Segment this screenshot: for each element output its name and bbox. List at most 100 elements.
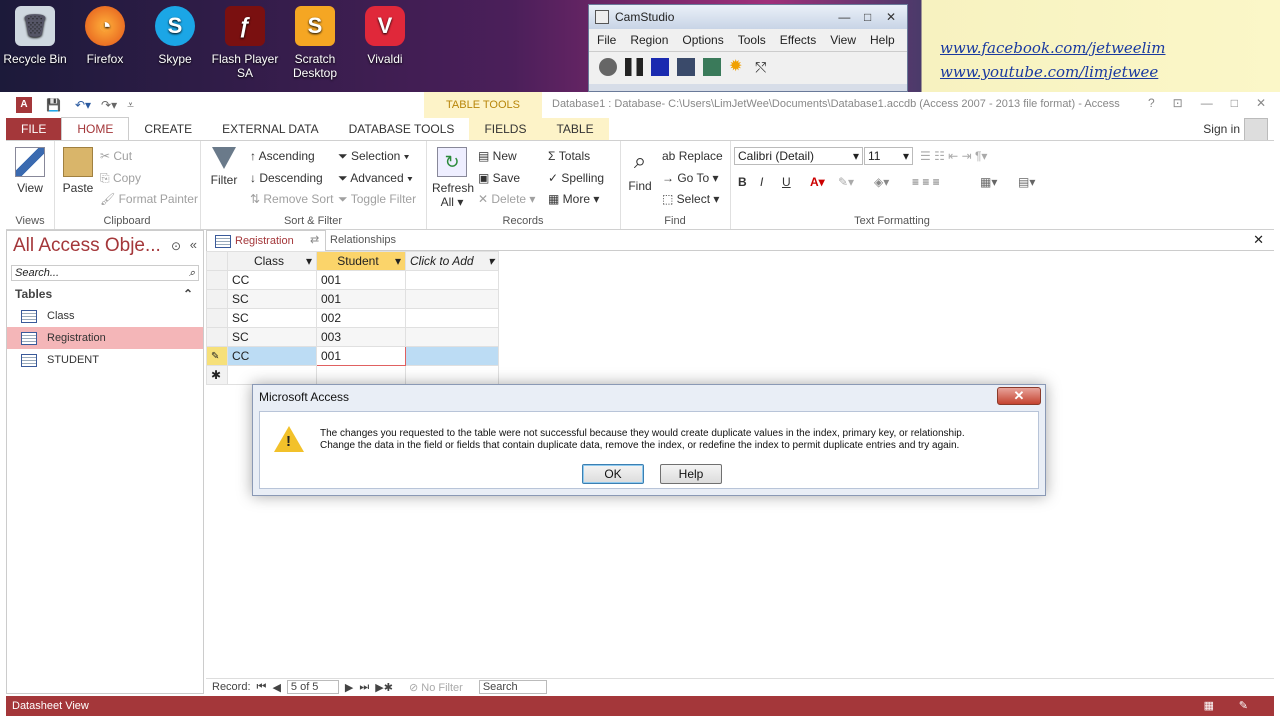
first-record-icon[interactable]: ⏮	[257, 681, 267, 694]
pencil-icon[interactable]: ✎	[206, 346, 228, 366]
redo-icon[interactable]: ↷▾	[101, 98, 117, 112]
menu-region[interactable]: Region	[630, 33, 668, 47]
cell-class[interactable]: CC	[227, 270, 317, 290]
tab-home[interactable]: HOME	[61, 117, 130, 140]
no-filter-indicator[interactable]: ⊘ No Filter	[409, 681, 463, 694]
tab-create[interactable]: CREATE	[129, 118, 207, 140]
cell-new[interactable]	[316, 365, 406, 385]
underline-icon[interactable]: U	[782, 175, 791, 189]
cut-button[interactable]: ✂ Cut	[100, 149, 132, 163]
font-name-select[interactable]: Calibri (Detail) ▾	[734, 147, 863, 165]
bold-icon[interactable]: B	[738, 175, 747, 189]
cell-empty[interactable]	[405, 327, 499, 347]
restore-icon[interactable]: □	[1231, 96, 1238, 110]
goto-button[interactable]: → Go To ▾	[662, 171, 719, 185]
previous-record-icon[interactable]: ◀	[272, 681, 280, 694]
list-buttons[interactable]: ☰ ☷ ⇤ ⇥ ¶▾	[920, 149, 987, 163]
close-icon[interactable]: ✕	[1256, 96, 1266, 110]
minimize-icon[interactable]: —	[1201, 96, 1213, 110]
row-selector[interactable]	[206, 270, 228, 290]
row-selector[interactable]	[206, 308, 228, 328]
youtube-link[interactable]: www.youtube.com/limjetwee	[940, 60, 1165, 84]
cell-student[interactable]: 001	[316, 289, 406, 309]
italic-icon[interactable]: I	[760, 175, 763, 189]
tab-fields[interactable]: FIELDS	[469, 118, 542, 140]
table-row-editing[interactable]: ✎ CC 001	[206, 346, 499, 366]
more-button[interactable]: ▦ More ▾	[548, 192, 599, 206]
customize-qat-icon[interactable]: ⩡	[127, 98, 134, 113]
new-record-button[interactable]: ▤ New	[478, 149, 517, 163]
table-row[interactable]: CC 001	[206, 270, 499, 290]
format-painter-button[interactable]: 🖌 Format Painter	[100, 192, 198, 206]
undo-icon[interactable]: ↶▾	[75, 98, 91, 112]
effects-icon[interactable]: ✹	[729, 58, 747, 76]
copy-button[interactable]: ⎘ Copy	[100, 171, 141, 186]
align-icons[interactable]: ≡ ≡ ≡	[912, 175, 940, 189]
new-record-asterisk-icon[interactable]: ✱	[206, 365, 228, 385]
stop-icon[interactable]	[651, 58, 669, 76]
annotate-icon[interactable]	[677, 58, 695, 76]
cell-empty[interactable]	[405, 346, 499, 366]
cell-class[interactable]: SC	[227, 327, 317, 347]
tab-relationships[interactable]: ⇄ Relationships	[302, 230, 426, 250]
fill-color-icon[interactable]: ◈▾	[874, 175, 889, 189]
column-header-class[interactable]: Class ▾	[227, 251, 317, 271]
avatar[interactable]	[1244, 118, 1268, 142]
design-view-icon[interactable]: ✎	[1239, 696, 1248, 716]
paste-button[interactable]: Paste	[62, 147, 94, 195]
advanced-button[interactable]: ⏷ Advanced ▾	[338, 171, 413, 186]
new-blank-record-icon[interactable]: ▶✱	[375, 681, 393, 694]
cell-student[interactable]: 002	[316, 308, 406, 328]
column-header-student[interactable]: Student ▾	[316, 251, 406, 271]
row-selector[interactable]	[206, 289, 228, 309]
tables-section-header[interactable]: Tables ⌃	[7, 283, 203, 305]
maximize-icon[interactable]: □	[858, 10, 878, 24]
tab-table[interactable]: TABLE	[541, 118, 609, 140]
column-header-click-to-add[interactable]: Click to Add ▾	[405, 251, 499, 271]
nav-menu-icon[interactable]: ⊙	[171, 239, 181, 253]
nav-item-class[interactable]: Class	[7, 305, 203, 327]
desktop-icon-recycle-bin[interactable]: 🗑 Recycle Bin	[0, 6, 70, 66]
facebook-link[interactable]: www.facebook.com/jetweelim	[940, 36, 1165, 60]
minimize-icon[interactable]: —	[834, 10, 854, 24]
nav-item-student[interactable]: STUDENT	[7, 349, 203, 371]
tab-file[interactable]: FILE	[6, 118, 62, 140]
refresh-all-button[interactable]: ↻ Refresh All ▾	[432, 147, 474, 209]
help-button[interactable]: Help	[660, 464, 722, 484]
chevron-down-icon[interactable]: ▾	[306, 254, 312, 268]
ribbon-display-icon[interactable]: ⊡	[1173, 96, 1183, 110]
autopan-icon[interactable]: ⤲	[755, 58, 773, 76]
table-row[interactable]: SC 002	[206, 308, 499, 328]
record-search-input[interactable]: Search	[478, 680, 547, 694]
select-button[interactable]: ⬚ Select ▾	[662, 192, 719, 206]
menu-effects[interactable]: Effects	[780, 33, 816, 47]
close-icon[interactable]: ✕	[997, 387, 1041, 405]
font-size-select[interactable]: 11 ▾	[864, 147, 913, 165]
desktop-icon-vivaldi[interactable]: V Vivaldi	[350, 6, 420, 66]
tab-database-tools[interactable]: DATABASE TOOLS	[334, 118, 470, 140]
desktop-icon-firefox[interactable]: ◔ Firefox	[70, 6, 140, 66]
table-row[interactable]: SC 003	[206, 327, 499, 347]
cell-student-active[interactable]: 001	[316, 346, 406, 366]
menu-file[interactable]: File	[597, 33, 616, 47]
cell-new[interactable]	[405, 365, 499, 385]
cell-student[interactable]: 001	[316, 270, 406, 290]
select-all-corner[interactable]	[206, 251, 228, 271]
cell-empty[interactable]	[405, 308, 499, 328]
cell-empty[interactable]	[405, 270, 499, 290]
table-row[interactable]: SC 001	[206, 289, 499, 309]
cell-class[interactable]: CC	[227, 346, 317, 366]
next-record-icon[interactable]: ▶	[345, 681, 353, 694]
menu-view[interactable]: View	[830, 33, 856, 47]
menu-options[interactable]: Options	[682, 33, 723, 47]
pause-icon[interactable]	[625, 58, 643, 76]
cell-new[interactable]	[227, 365, 317, 385]
row-selector[interactable]	[206, 327, 228, 347]
save-record-button[interactable]: ▣ Save	[478, 171, 520, 185]
highlight-icon[interactable]: ✎▾	[838, 175, 854, 189]
cell-class[interactable]: SC	[227, 289, 317, 309]
replace-button[interactable]: ab Replace	[662, 149, 723, 163]
remove-sort-button[interactable]: ⇅ Remove Sort	[250, 192, 333, 206]
datasheet-view-icon[interactable]: ▦	[1204, 696, 1214, 716]
menu-tools[interactable]: Tools	[738, 33, 766, 47]
